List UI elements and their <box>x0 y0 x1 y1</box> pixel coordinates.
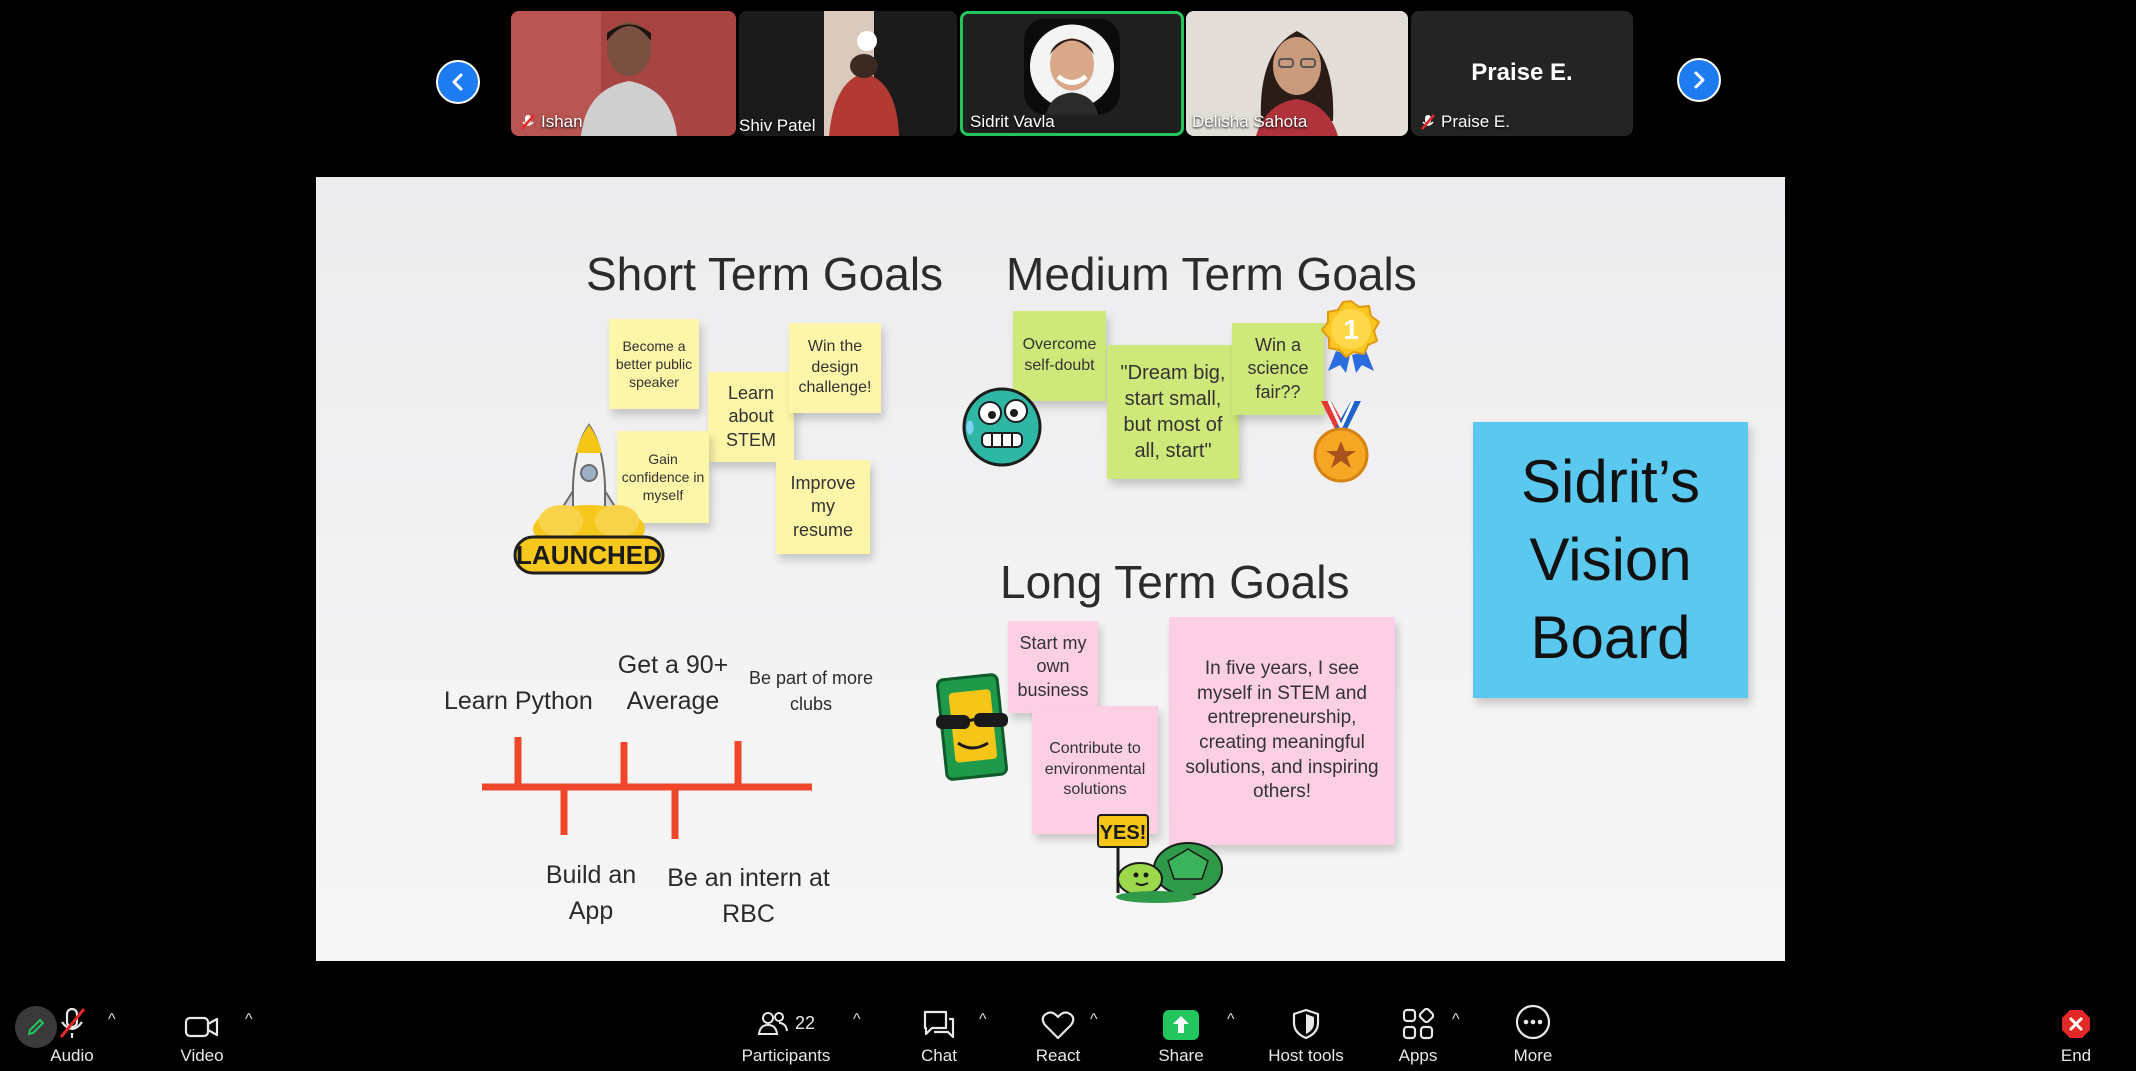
participants-options-caret[interactable]: ^ <box>853 1011 861 1029</box>
video-camera-icon <box>184 1016 219 1038</box>
audio-label: Audio <box>50 1046 94 1065</box>
vision-board: Short Term Goals Medium Term Goals Long … <box>316 177 1785 961</box>
chat-options-caret[interactable]: ^ <box>979 1011 987 1029</box>
participant-name: Delisha Sahota <box>1192 112 1308 131</box>
shield-icon <box>1292 1008 1320 1040</box>
more-label: More <box>1513 1046 1553 1065</box>
gallery-strip: Ishan Shiv Patel Sidrit Vavla Delisha Sa… <box>0 0 2136 140</box>
muted-mic-icon <box>59 1007 86 1038</box>
vision-board-title-card: Sidrit’s Vision Board <box>1473 422 1748 698</box>
participant-display-name: Praise E. <box>1471 59 1573 86</box>
medium-term-heading: Medium Term Goals <box>1006 248 1417 300</box>
timeline-milestone: Be an intern at RBC <box>667 864 830 929</box>
short-term-heading: Short Term Goals <box>586 248 944 300</box>
participants-label: Participants <box>741 1046 831 1065</box>
sticky-note: "Dream big, start small, but most of all… <box>1107 345 1239 479</box>
end-call-icon <box>2062 1010 2090 1038</box>
react-label: React <box>1035 1046 1081 1065</box>
more-button[interactable]: More <box>1508 996 1558 1071</box>
turtle-icon: YES! <box>1097 814 1223 903</box>
chat-button[interactable]: Chat <box>915 996 963 1071</box>
participant-tile-praise-e[interactable]: Praise E. Praise E. <box>1411 11 1633 136</box>
timeline-milestone: Build an App <box>545 861 637 926</box>
participant-tile-ishan[interactable]: Ishan <box>511 11 736 136</box>
sticky-note: Improve my resume <box>776 460 870 554</box>
long-term-heading: Long Term Goals <box>1000 556 1350 608</box>
money-icon <box>936 673 1008 781</box>
video-button[interactable]: Video <box>174 996 230 1071</box>
audio-options-caret[interactable]: ^ <box>108 1011 116 1029</box>
participants-icon <box>757 1012 788 1035</box>
first-place-badge: 1 <box>1306 297 1396 373</box>
chevron-right-icon <box>1694 71 1705 89</box>
chevron-left-icon <box>452 73 463 91</box>
sticky-note: Win the design challenge! <box>789 323 881 413</box>
host-tools-button[interactable]: Host tools <box>1262 996 1350 1071</box>
video-options-caret[interactable]: ^ <box>245 1011 253 1029</box>
yes-text: YES! <box>1100 822 1147 844</box>
participant-tile-delisha-sahota[interactable]: Delisha Sahota <box>1186 11 1408 136</box>
participant-tile-shiv-patel[interactable]: Shiv Patel <box>739 11 957 136</box>
avatar <box>1024 18 1120 119</box>
rocket-icon: LAUNCHED <box>513 423 665 575</box>
bronze-medal <box>1301 399 1381 487</box>
share-screen-icon <box>1163 1010 1199 1040</box>
share-button[interactable]: Share <box>1156 996 1206 1071</box>
muted-mic-icon <box>1421 114 1435 130</box>
sticky-note: Start my own business <box>1008 621 1098 713</box>
medal-number: 1 <box>1343 314 1359 345</box>
share-label: Share <box>1158 1046 1204 1065</box>
first-place-badge-icon: 1 <box>1320 299 1381 373</box>
medal-icon <box>1313 400 1369 483</box>
share-options-caret[interactable]: ^ <box>1227 1011 1235 1029</box>
participant-tile-sidrit-vavla[interactable]: Sidrit Vavla <box>960 11 1184 136</box>
participant-name: Sidrit Vavla <box>970 112 1055 131</box>
heart-icon <box>1041 1011 1075 1040</box>
sticky-note: Become a better public speaker <box>609 319 699 409</box>
audio-button[interactable]: Audio <box>44 996 100 1071</box>
chat-icon <box>923 1010 955 1039</box>
nervous-face-sticker <box>956 377 1046 467</box>
react-button[interactable]: React <box>1033 996 1083 1071</box>
meeting-toolbar: Audio ^ Video ^ 22 Participants ^ Chat ^… <box>0 996 2136 1071</box>
apps-icon <box>1402 1008 1434 1040</box>
gallery-next-button[interactable] <box>1677 58 1721 102</box>
sticky-note: Learn about STEM <box>708 372 794 462</box>
timeline <box>482 737 812 839</box>
turtle-yes-sticker: YES! <box>1096 813 1226 905</box>
apps-button[interactable]: Apps <box>1392 996 1444 1071</box>
title-line: Vision <box>1529 526 1692 593</box>
participant-name: Praise E. <box>1421 112 1510 132</box>
react-options-caret[interactable]: ^ <box>1090 1011 1098 1029</box>
apps-options-caret[interactable]: ^ <box>1452 1011 1460 1029</box>
participant-name: Shiv Patel <box>739 116 816 135</box>
gallery-prev-button[interactable] <box>436 60 480 104</box>
more-icon <box>1515 1004 1551 1040</box>
participants-button[interactable]: 22 Participants <box>740 996 832 1071</box>
host-tools-label: Host tools <box>1268 1046 1344 1065</box>
launched-text: LAUNCHED <box>516 540 662 570</box>
muted-mic-icon <box>521 114 535 130</box>
end-label: End <box>2060 1046 2092 1065</box>
timeline-milestone: Learn Python <box>444 687 593 715</box>
nervous-face-icon <box>962 387 1042 467</box>
video-label: Video <box>180 1046 224 1065</box>
launched-rocket-sticker: LAUNCHED <box>509 421 669 579</box>
sticky-note: In five years, I see myself in STEM and … <box>1169 617 1395 845</box>
money-sticker <box>932 671 1018 781</box>
timeline-milestone: Get a 90+ Average <box>617 651 729 716</box>
chat-label: Chat <box>921 1046 957 1065</box>
participants-count: 22 <box>794 1012 816 1033</box>
pencil-icon <box>27 1018 45 1036</box>
title-line: Board <box>1530 604 1691 671</box>
participant-name: Ishan <box>521 112 583 132</box>
title-line: Sidrit’s <box>1521 448 1700 515</box>
apps-label: Apps <box>1398 1046 1438 1065</box>
timeline-milestone: Be part of more clubs <box>748 668 874 715</box>
end-button[interactable]: End <box>2054 996 2098 1071</box>
